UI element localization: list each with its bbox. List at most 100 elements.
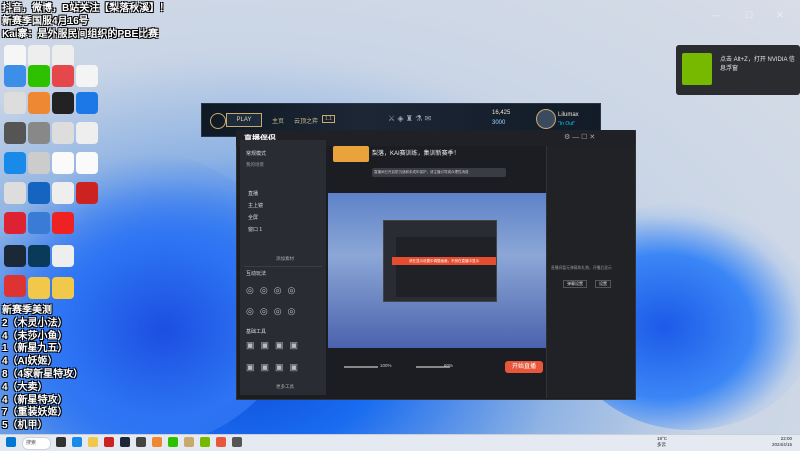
tools-title: 基础工具 bbox=[246, 329, 267, 335]
room-title[interactable]: 梨落，KAI赛训练，集训新赛季！ bbox=[372, 148, 460, 157]
desktop-icon[interactable] bbox=[4, 92, 26, 114]
nav-home[interactable]: 主页 bbox=[272, 116, 284, 125]
nvidia-logo-icon bbox=[682, 53, 712, 85]
desktop-icon[interactable] bbox=[28, 245, 50, 267]
desktop-icon[interactable] bbox=[28, 182, 50, 204]
desktop-icon[interactable] bbox=[52, 245, 74, 267]
desktop-icon[interactable] bbox=[52, 212, 74, 234]
nav-icons[interactable]: ⚔ ◈ ♜ ⚗ ✉ bbox=[388, 114, 431, 123]
room-cover[interactable] bbox=[333, 146, 369, 162]
folder-icon[interactable] bbox=[52, 277, 74, 299]
be-count: 3000 bbox=[492, 120, 506, 126]
tools-icons[interactable]: ▣▣▣▣ bbox=[246, 340, 304, 351]
desktop-icon[interactable] bbox=[4, 122, 26, 144]
scene-item[interactable]: 全屏 bbox=[248, 214, 258, 221]
desktop-icon[interactable] bbox=[28, 212, 50, 234]
taskbar: 搜索 19°C 多云 22:00 2024/4/15 bbox=[0, 434, 800, 451]
settings-button[interactable]: 设置 bbox=[595, 280, 611, 288]
desktop-icon[interactable] bbox=[76, 65, 98, 87]
taskbar-app-icon[interactable] bbox=[136, 437, 146, 447]
tools-icons-row2[interactable]: ▣▣▣▣ bbox=[246, 362, 304, 373]
desktop-icon[interactable] bbox=[76, 152, 98, 174]
taskbar-app-icon[interactable] bbox=[152, 437, 162, 447]
avatar[interactable] bbox=[536, 109, 556, 129]
desktop-icon[interactable] bbox=[4, 65, 26, 87]
overlay-line-1: 抖音，微博，B站关注【梨落秋溪】！ bbox=[2, 3, 170, 14]
scene-mode[interactable]: 常规模式 bbox=[246, 150, 266, 157]
volume-left-value: 100% bbox=[380, 363, 392, 368]
edge-icon[interactable] bbox=[4, 152, 26, 174]
desktop-icon[interactable] bbox=[28, 122, 50, 144]
desktop-icon[interactable] bbox=[52, 92, 74, 114]
wechat-icon[interactable] bbox=[28, 65, 50, 87]
ranking-item: 4（未莎小鱼） bbox=[2, 330, 68, 342]
more-tools-button[interactable]: 更多工具 bbox=[276, 384, 294, 390]
minimize-icon[interactable]: — bbox=[712, 10, 721, 20]
scene-item[interactable]: 直播 bbox=[248, 190, 258, 197]
close-icon[interactable]: ✕ bbox=[776, 10, 784, 21]
steam-icon[interactable] bbox=[4, 245, 26, 267]
lol-logo-icon bbox=[210, 113, 226, 129]
weather-widget[interactable]: 19°C 多云 bbox=[657, 436, 667, 448]
ranking-item: 5（机甲） bbox=[2, 420, 48, 432]
nvidia-notification[interactable]: 点击 Alt+Z，打开 NVIDIA 信息浮窗 bbox=[676, 45, 800, 95]
add-source-button[interactable]: 添加素材 bbox=[276, 256, 294, 262]
overlay-line-2: 新赛季国服4月16号 bbox=[2, 16, 89, 27]
rp-count: 16,425 bbox=[492, 110, 511, 116]
desktop-icon[interactable] bbox=[28, 45, 50, 67]
desktop-icon[interactable] bbox=[76, 92, 98, 114]
taskbar-app-icon[interactable] bbox=[168, 437, 178, 447]
preview-banner: 请在显示设置中调整画面，不然在直播中显示 bbox=[392, 257, 496, 265]
scene-item[interactable]: 主上镜 bbox=[248, 202, 263, 209]
taskbar-app-icon[interactable] bbox=[232, 437, 242, 447]
nav-tft[interactable]: 云顶之弈 bbox=[294, 116, 318, 125]
taskbar-app-icon[interactable] bbox=[56, 437, 66, 447]
scene-group: 我的场景 bbox=[246, 162, 264, 167]
desktop-icon[interactable] bbox=[28, 92, 50, 114]
volume-slider-left[interactable] bbox=[344, 366, 378, 368]
maximize-icon[interactable]: ☐ bbox=[745, 10, 753, 21]
desktop-icon[interactable] bbox=[52, 65, 74, 87]
ranking-item: 8（4家新星特攻） bbox=[2, 368, 84, 380]
desktop-icon[interactable] bbox=[4, 212, 26, 234]
desktop-icon[interactable] bbox=[52, 122, 74, 144]
system-clock[interactable]: 22:00 2024/4/15 bbox=[772, 436, 792, 448]
desktop-icon[interactable] bbox=[52, 45, 74, 67]
play-button[interactable]: PLAY bbox=[226, 113, 262, 127]
taskbar-app-icon[interactable] bbox=[184, 437, 194, 447]
search-input[interactable]: 搜索 bbox=[22, 437, 51, 450]
nav-badge: 1.1 bbox=[322, 115, 335, 123]
ranking-title: 新赛季美测 bbox=[2, 305, 52, 316]
taskbar-app-icon[interactable] bbox=[104, 437, 114, 447]
divider bbox=[244, 266, 322, 267]
interact-icons[interactable]: ◎◎◎◎ bbox=[246, 285, 301, 296]
ranking-item: 1（新星九五） bbox=[2, 343, 68, 355]
ranking-item: 7（重装妖姬） bbox=[2, 407, 68, 419]
desktop-icon[interactable] bbox=[52, 182, 74, 204]
start-icon[interactable] bbox=[6, 437, 16, 447]
start-stream-button[interactable]: 开始直播 bbox=[505, 361, 543, 373]
ranking-item: 2（木灵小法） bbox=[2, 317, 68, 329]
nvidia-text: 点击 Alt+Z，打开 NVIDIA 信息浮窗 bbox=[720, 57, 795, 72]
ranking-list: 新赛季美测 2（木灵小法） 4（未莎小鱼） 1（新星九五） 4（AI妖姬） 8（… bbox=[2, 305, 83, 433]
taskbar-app-icon[interactable] bbox=[72, 437, 82, 447]
desktop-icon[interactable] bbox=[28, 152, 50, 174]
desktop-icon[interactable] bbox=[76, 122, 98, 144]
danmaku-settings-button[interactable]: 弹幕设置 bbox=[563, 280, 587, 288]
desktop-icon[interactable] bbox=[4, 275, 26, 297]
taskbar-app-icon[interactable] bbox=[120, 437, 130, 447]
desktop-icon[interactable] bbox=[4, 182, 26, 204]
taskbar-app-icon[interactable] bbox=[216, 437, 226, 447]
folder-icon[interactable] bbox=[28, 277, 50, 299]
user-status: "In Out" bbox=[558, 121, 576, 127]
desktop-icon[interactable] bbox=[52, 152, 74, 174]
desktop-icon[interactable] bbox=[76, 182, 98, 204]
weather-desc: 多云 bbox=[657, 442, 666, 447]
desktop-icon[interactable] bbox=[4, 45, 26, 67]
scene-item[interactable]: 窗口 1 bbox=[248, 226, 262, 233]
notice-banner: 直播间已开启防沉迷和未成年保护，请主播引导观众理性消费 bbox=[372, 168, 506, 177]
folder-icon[interactable] bbox=[88, 437, 98, 447]
window-controls[interactable]: ⚙ — ☐ ✕ bbox=[564, 133, 595, 141]
interact-icons-row2[interactable]: ◎◎◎◎ bbox=[246, 306, 301, 317]
taskbar-app-icon[interactable] bbox=[200, 437, 210, 447]
